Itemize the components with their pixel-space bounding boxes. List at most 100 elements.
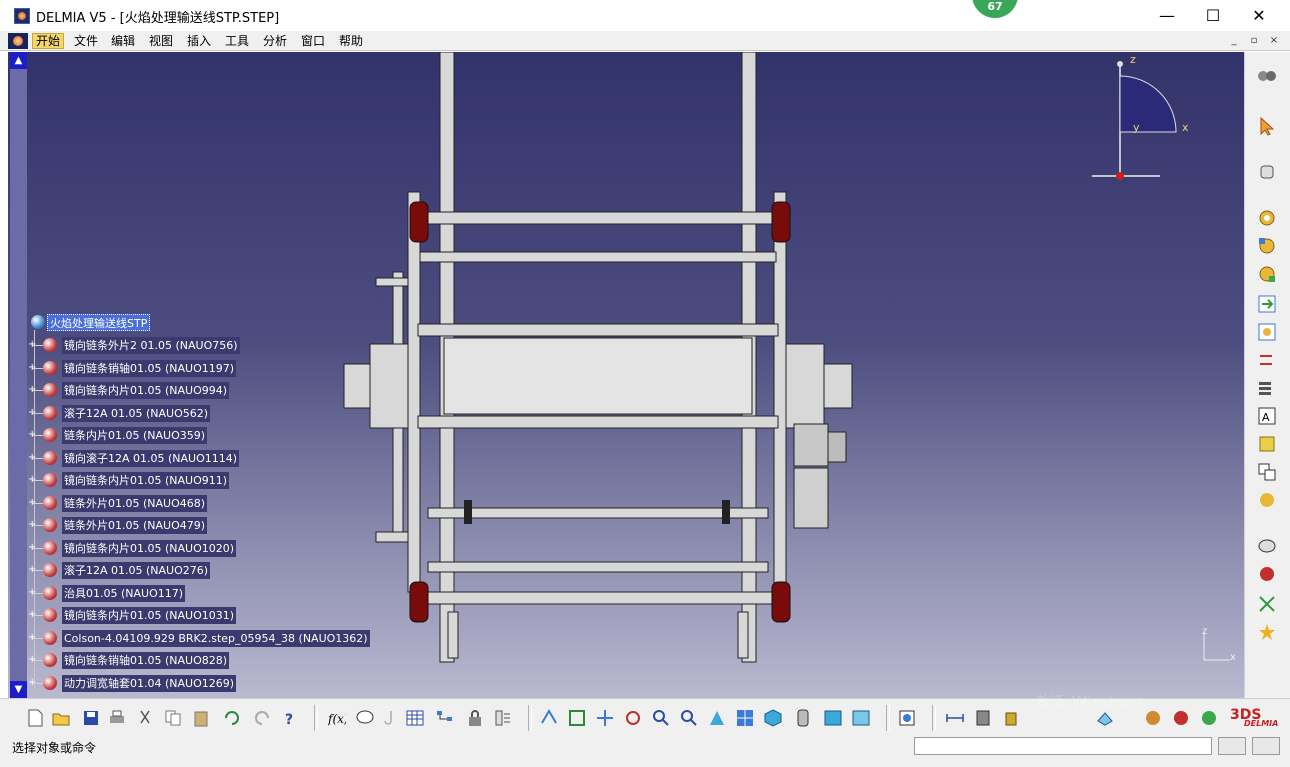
menu-edit[interactable]: 编辑: [108, 33, 138, 49]
menu-view[interactable]: 视图: [146, 33, 176, 49]
expand-icon[interactable]: +: [28, 520, 36, 530]
tree-icon[interactable]: [436, 709, 454, 727]
save-icon[interactable]: [82, 709, 100, 727]
swap-space-icon[interactable]: [852, 709, 870, 727]
tree-item-label[interactable]: 动力调宽轴套01.04 (NAUO1269): [62, 675, 237, 692]
menu-window[interactable]: 窗口: [298, 33, 328, 49]
tree-item-label[interactable]: 镜向链条销轴01.05 (NAUO828): [62, 652, 230, 669]
fly-icon[interactable]: [540, 709, 558, 727]
render-icon[interactable]: [1172, 709, 1190, 727]
expand-icon[interactable]: +: [28, 475, 36, 485]
hand-select-icon[interactable]: [1257, 160, 1277, 180]
scroll-up-button[interactable]: ▲: [10, 52, 27, 69]
tree-item-label[interactable]: 镜向链条内片01.05 (NAUO1031): [62, 607, 237, 624]
catalog-icon[interactable]: [1257, 434, 1277, 454]
fit-all-icon[interactable]: [568, 709, 586, 727]
gear-snap-icon[interactable]: [1257, 264, 1277, 284]
tree-item-label[interactable]: 镜向链条销轴01.05 (NAUO1197): [62, 360, 237, 377]
expand-icon[interactable]: +: [28, 340, 36, 350]
expand-icon[interactable]: +: [28, 610, 36, 620]
zoom-out-icon[interactable]: [680, 709, 698, 727]
expand-icon[interactable]: +: [28, 430, 36, 440]
measure-icon[interactable]: [1257, 536, 1277, 556]
menu-start[interactable]: 开始: [32, 33, 65, 49]
rotate-icon[interactable]: [624, 709, 642, 727]
tree-root-label[interactable]: 火焰处理输送线STP: [47, 314, 151, 331]
expand-icon[interactable]: +: [28, 588, 36, 598]
tree-scrollbar[interactable]: ▲ ▼: [10, 52, 27, 698]
undo-icon[interactable]: [222, 709, 240, 727]
tree-item-label[interactable]: 镜向链条内片01.05 (NAUO911): [62, 472, 230, 489]
expand-icon[interactable]: +: [28, 363, 36, 373]
star-icon[interactable]: [1257, 622, 1277, 642]
multiview-icon[interactable]: [736, 709, 754, 727]
new-icon[interactable]: [26, 709, 44, 727]
close-button[interactable]: ✕: [1236, 0, 1282, 31]
menu-help[interactable]: 帮助: [336, 33, 366, 49]
minimize-button[interactable]: —: [1144, 0, 1190, 31]
measure-between-icon[interactable]: [946, 709, 964, 727]
insert-arrow-icon[interactable]: [1257, 294, 1277, 314]
expand-icon[interactable]: +: [28, 408, 36, 418]
menu-file[interactable]: 文件: [71, 33, 101, 49]
scroll-down-button[interactable]: ▼: [10, 681, 27, 698]
zoom-in-icon[interactable]: [652, 709, 670, 727]
update-icon[interactable]: [1257, 490, 1277, 510]
material-icon[interactable]: [1144, 709, 1162, 727]
command-button-right[interactable]: [1252, 737, 1280, 755]
tree-item-label[interactable]: 滚子12A 01.05 (NAUO562): [62, 405, 211, 422]
formula-icon[interactable]: f(x): [328, 709, 346, 727]
paste-icon[interactable]: [192, 709, 210, 727]
tree-item-label[interactable]: Colson-4.04109.929 BRK2.step_05954_38 (N…: [62, 630, 370, 647]
menu-analysis[interactable]: 分析: [260, 33, 290, 49]
tree-item-label[interactable]: 滚子12A 01.05 (NAUO276): [62, 562, 211, 579]
print-icon[interactable]: [108, 709, 126, 727]
clash-icon[interactable]: [1002, 709, 1020, 727]
hide-show-icon[interactable]: [824, 709, 842, 727]
expand-icon[interactable]: +: [28, 543, 36, 553]
expand-icon[interactable]: +: [28, 565, 36, 575]
command-input[interactable]: [914, 737, 1212, 755]
whats-this-icon[interactable]: ?: [282, 709, 300, 727]
expand-icon[interactable]: +: [28, 453, 36, 463]
comment-icon[interactable]: [356, 709, 374, 727]
tree-item-label[interactable]: 镜向滚子12A 01.05 (NAUO1114): [62, 450, 240, 467]
tree-item-label[interactable]: 镜向链条内片01.05 (NAUO1020): [62, 540, 237, 557]
command-button-left[interactable]: [1218, 737, 1246, 755]
mdi-close-button[interactable]: ×: [1266, 34, 1282, 48]
maximize-button[interactable]: ☐: [1190, 0, 1236, 31]
menu-tools[interactable]: 工具: [222, 33, 252, 49]
cut-icon[interactable]: [136, 709, 154, 727]
tree-item-label[interactable]: 链条外片01.05 (NAUO468): [62, 495, 208, 512]
select-arrow-icon[interactable]: [1257, 116, 1277, 136]
shading-icon[interactable]: [794, 709, 812, 727]
table-icon[interactable]: [406, 709, 424, 727]
pan-icon[interactable]: [596, 709, 614, 727]
menu-insert[interactable]: 插入: [184, 33, 214, 49]
mdi-restore-button[interactable]: ▫: [1246, 34, 1262, 48]
reorder-icon[interactable]: [1257, 378, 1277, 398]
open-icon[interactable]: [52, 709, 70, 727]
expand-icon[interactable]: +: [28, 385, 36, 395]
delmia-icon[interactable]: [1200, 709, 1218, 727]
tree-item-label[interactable]: 链条内片01.05 (NAUO359): [62, 427, 208, 444]
explode-icon[interactable]: [1257, 594, 1277, 614]
tree-item-label[interactable]: 治具01.05 (NAUO117): [62, 585, 186, 602]
fix-icon[interactable]: [1257, 564, 1277, 584]
text-annotation-icon[interactable]: A: [1257, 406, 1277, 426]
tree-item-label[interactable]: 镜向链条内片01.05 (NAUO994): [62, 382, 230, 399]
tree-item-label[interactable]: 链条外片01.05 (NAUO479): [62, 517, 208, 534]
expand-icon[interactable]: +: [28, 633, 36, 643]
redo-icon[interactable]: [254, 709, 272, 727]
new-component-icon[interactable]: [1257, 322, 1277, 342]
structure-icon[interactable]: [494, 709, 512, 727]
expand-icon[interactable]: +: [28, 655, 36, 665]
delmia-menu-logo-icon[interactable]: [8, 33, 28, 49]
copy-icon[interactable]: [164, 709, 182, 727]
multi-instance-icon[interactable]: [1257, 462, 1277, 482]
gear-move-icon[interactable]: [1257, 236, 1277, 256]
gear-constraint-icon[interactable]: [1257, 208, 1277, 228]
analyze-icon[interactable]: [974, 709, 992, 727]
expand-icon[interactable]: +: [28, 498, 36, 508]
hook-icon[interactable]: [382, 709, 400, 727]
